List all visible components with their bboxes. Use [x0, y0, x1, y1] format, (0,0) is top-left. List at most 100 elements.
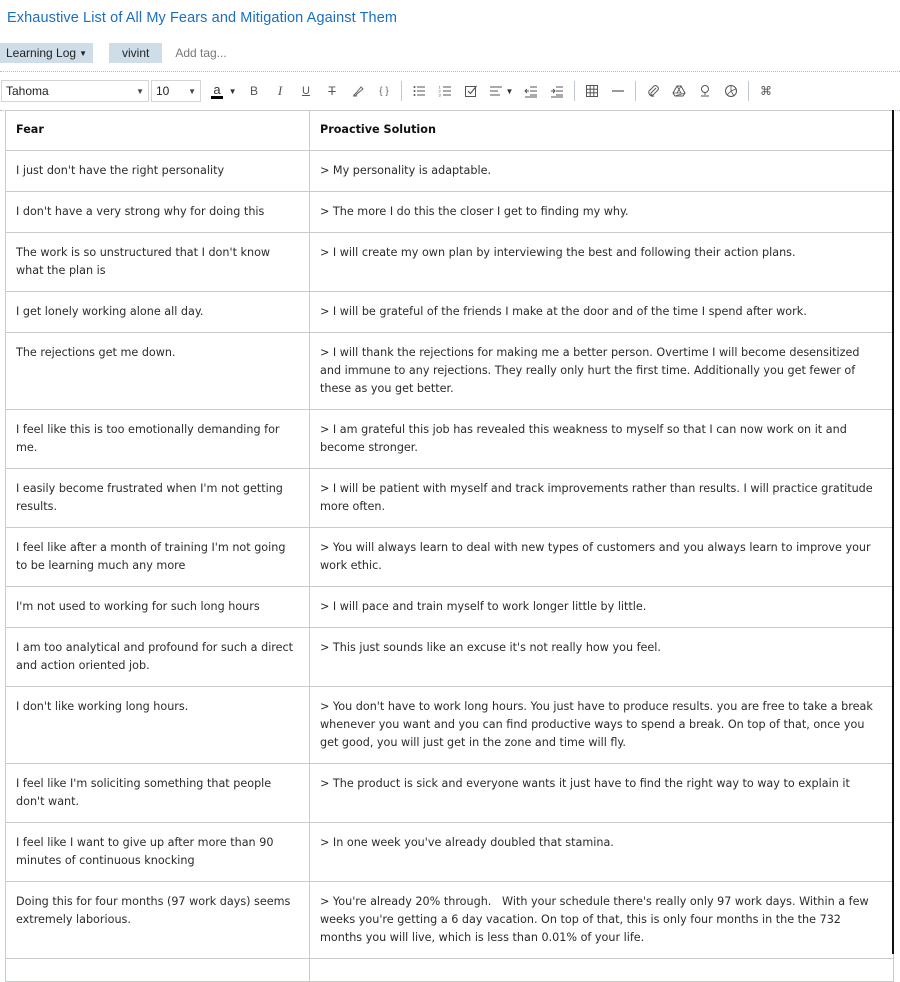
solution-cell[interactable]: > I am grateful this job has revealed th…	[309, 409, 894, 469]
table-row: I am too analytical and profound for suc…	[5, 627, 894, 687]
insert-table-button[interactable]	[579, 80, 605, 102]
table-row: I feel like I'm soliciting something tha…	[5, 763, 894, 823]
horizontal-rule-button[interactable]	[605, 80, 631, 102]
fear-cell[interactable]: I'm not used to working for such long ho…	[5, 586, 310, 628]
command-key-icon: ⌘	[760, 84, 772, 98]
indent-icon	[551, 86, 563, 98]
outdent-icon	[524, 86, 537, 98]
fear-cell[interactable]: I feel like I'm soliciting something tha…	[5, 763, 310, 823]
solution-cell[interactable]: > You will always learn to deal with new…	[309, 527, 894, 587]
fear-cell[interactable]: I easily become frustrated when I'm not …	[5, 468, 310, 528]
fear-cell[interactable]: I just don't have the right personality	[5, 150, 310, 192]
solution-cell[interactable]: > You don't have to work long hours. You…	[309, 686, 894, 764]
fear-cell[interactable]: The work is so unstructured that I don't…	[5, 232, 310, 292]
google-drive-button[interactable]	[666, 80, 692, 102]
add-tag-input[interactable]: Add tag...	[175, 46, 226, 60]
bulleted-list-icon	[413, 86, 425, 96]
sketch-button[interactable]	[718, 80, 744, 102]
code-block-button[interactable]: { }	[371, 80, 397, 102]
highlight-button[interactable]	[345, 80, 371, 102]
note-title[interactable]: Exhaustive List of All My Fears and Miti…	[7, 10, 397, 26]
table-row: I don't have a very strong why for doing…	[5, 191, 894, 233]
chevron-down-icon: ▼	[79, 49, 87, 58]
tag-bar: Learning Log ▼ vivint Add tag...	[0, 43, 227, 63]
column-header-fear[interactable]: Fear	[5, 110, 310, 151]
code-braces-icon: { }	[379, 85, 389, 97]
align-button[interactable]: ▼	[484, 80, 518, 102]
bold-button[interactable]: B	[241, 80, 267, 102]
table-icon	[586, 85, 598, 97]
chevron-down-icon: ▼	[228, 86, 237, 96]
italic-button[interactable]: I	[267, 80, 293, 102]
solution-cell[interactable]: > The more I do this the closer I get to…	[309, 191, 894, 233]
table-row: The work is so unstructured that I don't…	[5, 232, 894, 292]
solution-cell[interactable]: > The product is sick and everyone wants…	[309, 763, 894, 823]
numbered-list-icon: 123	[439, 85, 451, 98]
fears-table[interactable]: Fear Proactive Solution I just don't hav…	[5, 110, 894, 982]
notebook-selector[interactable]: Learning Log ▼	[0, 43, 93, 63]
font-family-value: Tahoma	[6, 84, 49, 98]
sketch-icon	[725, 85, 737, 97]
fear-cell[interactable]: I feel like after a month of training I'…	[5, 527, 310, 587]
table-row: I feel like this is too emotionally dema…	[5, 409, 894, 469]
divider	[0, 71, 900, 72]
font-size-value: 10	[156, 84, 170, 98]
horizontal-rule-icon	[612, 90, 624, 92]
image-upload-button[interactable]	[692, 80, 718, 102]
font-size-select[interactable]: 10 ▼	[151, 80, 201, 102]
table-row: Doing this for four months (97 work days…	[5, 881, 894, 959]
svg-text:3: 3	[439, 93, 442, 98]
fear-cell[interactable]	[5, 958, 310, 982]
strikethrough-icon: T	[328, 84, 336, 98]
fear-cell[interactable]: I feel like I want to give up after more…	[5, 822, 310, 882]
table-row: I get lonely working alone all day. > I w…	[5, 291, 894, 333]
solution-cell[interactable]: > This just sounds like an excuse it's n…	[309, 627, 894, 687]
editor-right-edge	[892, 110, 894, 954]
column-header-solution[interactable]: Proactive Solution	[309, 110, 894, 151]
toolbar-separator	[401, 81, 402, 101]
chevron-down-icon: ▼	[505, 86, 514, 96]
table-row: The rejections get me down. > I will than…	[5, 332, 894, 410]
fear-cell[interactable]: I don't have a very strong why for doing…	[5, 191, 310, 233]
solution-cell[interactable]: > In one week you've already doubled tha…	[309, 822, 894, 882]
solution-cell[interactable]: > You're already 20% through. With your …	[309, 881, 894, 959]
italic-icon: I	[277, 83, 283, 98]
numbered-list-button[interactable]: 123	[432, 80, 458, 102]
paperclip-icon	[648, 85, 659, 97]
fear-cell[interactable]: Doing this for four months (97 work days…	[5, 881, 310, 959]
checkbox-button[interactable]	[458, 80, 484, 102]
outdent-button[interactable]	[518, 80, 544, 102]
attachment-button[interactable]	[640, 80, 666, 102]
shortcuts-button[interactable]: ⌘	[753, 80, 779, 102]
solution-cell[interactable]: > I will thank the rejections for making…	[309, 332, 894, 410]
note-body[interactable]: Fear Proactive Solution I just don't hav…	[5, 110, 894, 982]
table-row: I feel like I want to give up after more…	[5, 822, 894, 882]
fear-cell[interactable]: I feel like this is too emotionally dema…	[5, 409, 310, 469]
font-family-select[interactable]: Tahoma ▼	[1, 80, 149, 102]
checkbox-icon	[465, 85, 477, 97]
fear-cell[interactable]: I don't like working long hours.	[5, 686, 310, 764]
table-row: I don't like working long hours. > You do…	[5, 686, 894, 764]
solution-cell[interactable]: > I will be grateful of the friends I ma…	[309, 291, 894, 333]
tag-chip[interactable]: vivint	[108, 43, 163, 63]
text-color-button[interactable]: a ▼	[207, 80, 241, 102]
image-upload-icon	[701, 85, 709, 97]
toolbar-separator	[574, 81, 575, 101]
highlighter-icon	[353, 86, 364, 97]
fear-cell[interactable]: I get lonely working alone all day.	[5, 291, 310, 333]
solution-cell[interactable]: > I will pace and train myself to work l…	[309, 586, 894, 628]
solution-cell[interactable]: > I will be patient with myself and trac…	[309, 468, 894, 528]
underline-button[interactable]: U	[293, 80, 319, 102]
solution-cell[interactable]: > I will create my own plan by interview…	[309, 232, 894, 292]
toolbar-separator	[748, 81, 749, 101]
indent-button[interactable]	[544, 80, 570, 102]
solution-cell[interactable]	[309, 958, 894, 982]
table-row: I'm not used to working for such long ho…	[5, 586, 894, 628]
fear-cell[interactable]: The rejections get me down.	[5, 332, 310, 410]
solution-cell[interactable]: > My personality is adaptable.	[309, 150, 894, 192]
chevron-down-icon: ▼	[188, 86, 196, 96]
strikethrough-button[interactable]: T	[319, 80, 345, 102]
toolbar-separator	[635, 81, 636, 101]
bulleted-list-button[interactable]	[406, 80, 432, 102]
fear-cell[interactable]: I am too analytical and profound for suc…	[5, 627, 310, 687]
